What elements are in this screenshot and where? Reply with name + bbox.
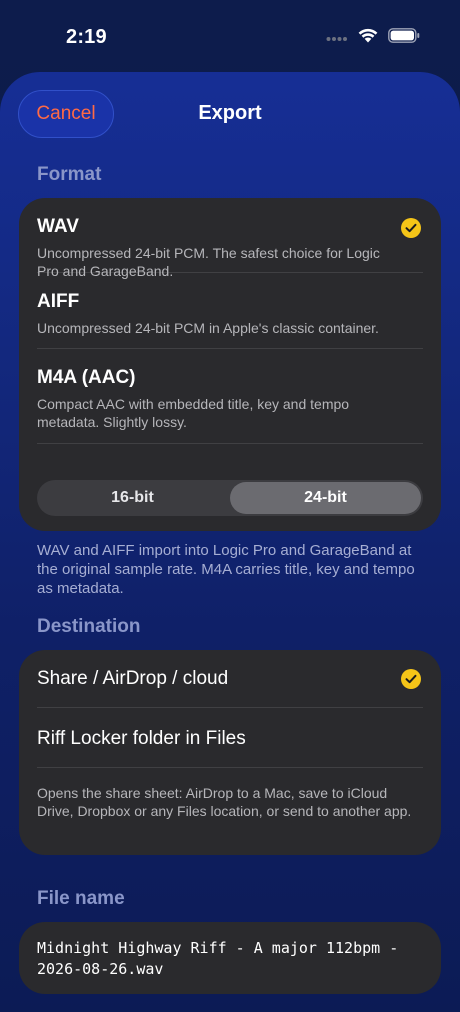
- bit-depth-24-option[interactable]: 24-bit: [230, 482, 421, 514]
- destination-description-row: Opens the share sheet: AirDrop to a Mac,…: [37, 768, 423, 820]
- status-time: 2:19: [66, 26, 107, 48]
- file-name-field[interactable]: Midnight Highway Riff - A major 112bpm -…: [19, 922, 441, 994]
- format-option-title: WAV: [37, 216, 79, 237]
- destination-card: Share / AirDrop / cloud Riff Locker fold…: [19, 650, 441, 855]
- destination-option-files[interactable]: Riff Locker folder in Files: [37, 708, 423, 768]
- status-icons: [326, 28, 420, 48]
- checkmark-icon: [401, 218, 421, 238]
- format-option-aiff[interactable]: AIFF Uncompressed 24-bit PCM in Apple's …: [37, 273, 423, 349]
- destination-description: Opens the share sheet: AirDrop to a Mac,…: [37, 785, 412, 819]
- destination-section-header: Destination: [37, 616, 141, 637]
- format-option-m4a[interactable]: M4A (AAC) Compact AAC with embedded titl…: [37, 349, 423, 444]
- format-option-subtitle: Uncompressed 24-bit PCM in Apple's class…: [37, 320, 379, 336]
- export-sheet: Cancel Export Format WAV Uncompressed 24…: [0, 72, 460, 1012]
- format-footnote: WAV and AIFF import into Logic Pro and G…: [37, 542, 415, 597]
- wifi-icon: [358, 28, 378, 48]
- destination-option-share[interactable]: Share / AirDrop / cloud: [37, 650, 423, 708]
- battery-icon: [388, 28, 420, 48]
- format-section-header: Format: [37, 164, 102, 185]
- format-option-subtitle: Compact AAC with embedded title, key and…: [37, 396, 350, 430]
- nav-bar: Cancel Export: [0, 72, 460, 162]
- bit-depth-segmented-control: 16-bit 24-bit: [37, 480, 423, 516]
- page-title: Export: [198, 102, 262, 124]
- checkmark-icon: [401, 669, 421, 689]
- signal-dots-icon: [326, 29, 348, 47]
- bit-depth-16-option[interactable]: 16-bit: [37, 480, 228, 516]
- status-bar: 2:19: [0, 0, 460, 70]
- file-name-section-header: File name: [37, 888, 125, 909]
- destination-option-title: Riff Locker folder in Files: [37, 728, 246, 749]
- destination-option-title: Share / AirDrop / cloud: [37, 668, 229, 689]
- format-card: WAV Uncompressed 24-bit PCM. The safest …: [19, 198, 441, 531]
- format-option-title: AIFF: [37, 291, 80, 312]
- format-option-wav[interactable]: WAV Uncompressed 24-bit PCM. The safest …: [37, 198, 423, 279]
- format-option-title: M4A (AAC): [37, 367, 136, 388]
